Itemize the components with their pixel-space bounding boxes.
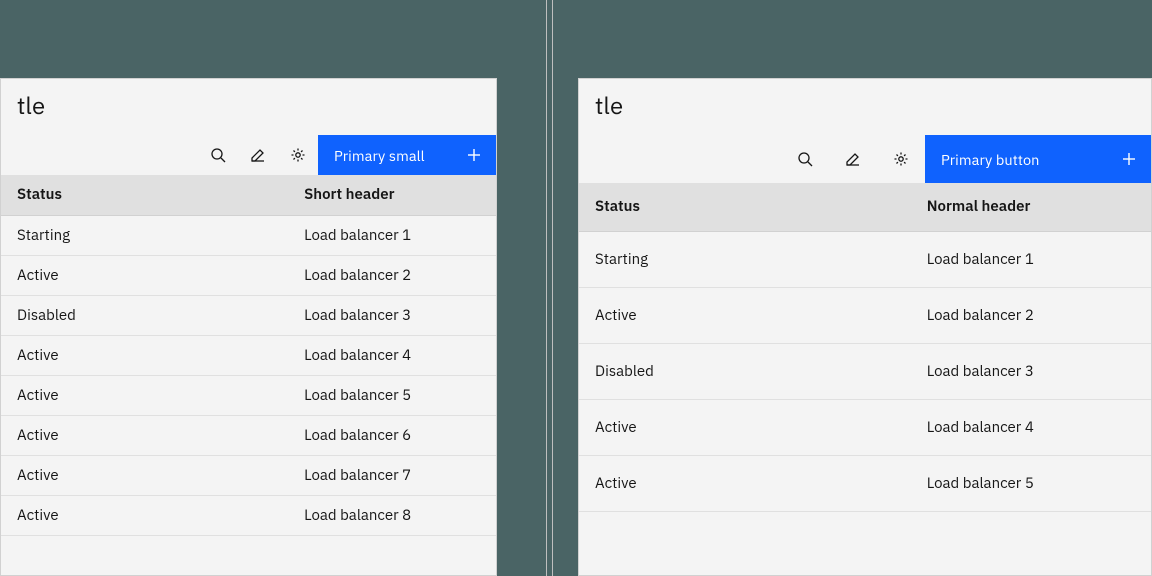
cell-status: Starting	[1, 215, 288, 255]
cell-status: Active	[1, 495, 288, 535]
settings-icon[interactable]	[278, 135, 318, 175]
cell-name: Load balancer 3	[911, 343, 1151, 399]
data-table-small: Status Short header StartingLoad balance…	[1, 175, 496, 536]
cell-name: Load balancer 5	[911, 455, 1151, 511]
table-row[interactable]: ActiveLoad balancer 2	[1, 255, 496, 295]
cell-name: Load balancer 4	[288, 335, 496, 375]
divider	[546, 0, 547, 576]
search-icon[interactable]	[781, 135, 829, 183]
search-icon[interactable]	[198, 135, 238, 175]
table-row[interactable]: ActiveLoad balancer 4	[579, 399, 1151, 455]
data-table-normal: Status Normal header StartingLoad balanc…	[579, 183, 1151, 512]
table-row[interactable]: ActiveLoad balancer 8	[1, 495, 496, 535]
table-row[interactable]: ActiveLoad balancer 4	[1, 335, 496, 375]
settings-icon[interactable]	[877, 135, 925, 183]
cell-name: Load balancer 4	[911, 399, 1151, 455]
cell-name: Load balancer 6	[288, 415, 496, 455]
table-row[interactable]: ActiveLoad balancer 5	[1, 375, 496, 415]
table-toolbar: Primary small	[1, 135, 496, 175]
table-row[interactable]: ActiveLoad balancer 5	[579, 455, 1151, 511]
column-header-name[interactable]: Short header	[288, 175, 496, 215]
cell-status: Active	[1, 255, 288, 295]
cell-name: Load balancer 1	[911, 231, 1151, 287]
column-header-name[interactable]: Normal header	[911, 183, 1151, 231]
cell-status: Active	[1, 335, 288, 375]
column-header-status[interactable]: Status	[579, 183, 911, 231]
page-title: tle	[579, 79, 1151, 135]
cell-status: Active	[1, 375, 288, 415]
divider	[552, 0, 553, 576]
edit-icon[interactable]	[829, 135, 877, 183]
cell-status: Active	[1, 415, 288, 455]
table-row[interactable]: ActiveLoad balancer 2	[579, 287, 1151, 343]
cell-status: Disabled	[1, 295, 288, 335]
cell-name: Load balancer 1	[288, 215, 496, 255]
plus-icon	[466, 147, 482, 163]
cell-status: Active	[579, 399, 911, 455]
cell-status: Active	[579, 455, 911, 511]
table-row[interactable]: ActiveLoad balancer 7	[1, 455, 496, 495]
cell-status: Starting	[579, 231, 911, 287]
page-title: tle	[1, 79, 496, 135]
primary-button[interactable]: Primary small	[318, 135, 496, 175]
table-row[interactable]: DisabledLoad balancer 3	[579, 343, 1151, 399]
cell-name: Load balancer 2	[911, 287, 1151, 343]
cell-name: Load balancer 3	[288, 295, 496, 335]
cell-status: Active	[1, 455, 288, 495]
primary-button[interactable]: Primary button	[925, 135, 1151, 183]
table-row[interactable]: DisabledLoad balancer 3	[1, 295, 496, 335]
cell-name: Load balancer 7	[288, 455, 496, 495]
cell-status: Disabled	[579, 343, 911, 399]
table-row[interactable]: StartingLoad balancer 1	[1, 215, 496, 255]
table-row[interactable]: ActiveLoad balancer 6	[1, 415, 496, 455]
panel-small: tle Primary small	[0, 78, 497, 576]
primary-button-label: Primary button	[941, 150, 1040, 169]
panel-normal: tle Primary button	[578, 78, 1152, 576]
edit-icon[interactable]	[238, 135, 278, 175]
primary-button-label: Primary small	[334, 146, 425, 165]
cell-name: Load balancer 2	[288, 255, 496, 295]
table-row[interactable]: StartingLoad balancer 1	[579, 231, 1151, 287]
column-header-status[interactable]: Status	[1, 175, 288, 215]
table-toolbar: Primary button	[579, 135, 1151, 183]
cell-name: Load balancer 8	[288, 495, 496, 535]
cell-status: Active	[579, 287, 911, 343]
plus-icon	[1121, 151, 1137, 167]
cell-name: Load balancer 5	[288, 375, 496, 415]
